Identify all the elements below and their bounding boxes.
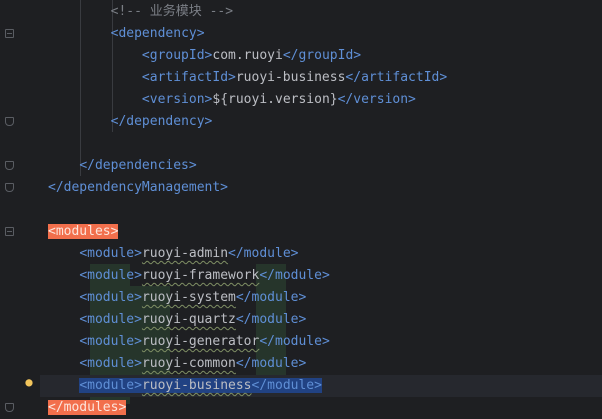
xml-tag: </groupId> (282, 48, 362, 63)
xml-tag: <module> (79, 334, 142, 349)
code-content: <module>ruoyi-framework</module> (79, 268, 329, 283)
fold-marker-icon[interactable] (5, 117, 14, 126)
code-editor[interactable]: <!-- 业务模块 --> <dependency> <groupId>com.… (40, 0, 602, 415)
code-line[interactable] (40, 199, 602, 221)
xml-tag: <dependency> (110, 26, 205, 41)
xml-text: ruoyi-business (141, 378, 252, 393)
code-line[interactable]: <modules> (40, 221, 602, 243)
xml-tag: </dependencies> (79, 158, 197, 173)
xml-text: ruoyi-quartz (141, 312, 236, 327)
code-content: <module>ruoyi-generator</module> (79, 334, 329, 349)
code-line[interactable]: <groupId>com.ruoyi</groupId> (40, 45, 602, 67)
fold-marker-icon[interactable] (5, 227, 14, 236)
xml-tag: </dependency> (110, 114, 213, 129)
xml-text: ruoyi-common (141, 356, 236, 371)
matched-tag: </modules> (48, 400, 127, 415)
xml-text: ruoyi-generator (141, 334, 260, 349)
selection: <module>ruoyi-business</module> (79, 378, 322, 393)
code-line[interactable]: <module>ruoyi-admin</module> (40, 243, 602, 265)
code-line[interactable]: <version>${ruoyi.version}</version> (40, 89, 602, 111)
xml-tag: <module> (79, 312, 142, 327)
fold-marker-icon[interactable] (5, 403, 14, 412)
code-content: <dependency> (111, 26, 205, 41)
xml-tag: </module> (235, 312, 307, 327)
xml-tag: </module> (228, 246, 299, 261)
matched-tag: <modules> (48, 224, 119, 239)
code-line[interactable]: <!-- 业务模块 --> (40, 1, 602, 23)
xml-tag: <module> (79, 268, 142, 283)
code-line[interactable]: <module>ruoyi-framework</module> (40, 265, 602, 287)
fold-marker-icon[interactable] (5, 161, 14, 170)
xml-tag: </module> (259, 268, 330, 283)
xml-tag: </version> (337, 92, 416, 107)
code-line[interactable]: <module>ruoyi-system</module> (40, 287, 602, 309)
xml-tag: </module> (235, 290, 307, 305)
xml-tag: <module> (79, 356, 142, 371)
xml-tag: <version> (141, 92, 213, 107)
code-content: </dependencyManagement> (48, 180, 228, 195)
xml-tag: </module> (251, 378, 322, 393)
xml-text: ruoyi-admin (141, 246, 229, 261)
code-content: <artifactId>ruoyi-business</artifactId> (142, 70, 447, 85)
code-content: <module>ruoyi-system</module> (79, 290, 306, 305)
xml-tag: </artifactId> (345, 70, 448, 85)
code-content: <module>ruoyi-common</module> (79, 356, 306, 371)
xml-tag: </dependencyManagement> (48, 180, 229, 195)
code-line[interactable]: </dependencyManagement> (40, 177, 602, 199)
fold-marker-icon[interactable] (5, 29, 14, 38)
xml-tag: <module> (79, 378, 142, 393)
xml-text: ruoyi-system (141, 290, 236, 305)
xml-tag: <module> (79, 290, 142, 305)
code-line[interactable]: <artifactId>ruoyi-business</artifactId> (40, 67, 602, 89)
code-line[interactable]: <module>ruoyi-generator</module> (40, 331, 602, 353)
xml-comment: <!-- 业务模块 --> (110, 4, 234, 19)
fold-marker-icon[interactable] (5, 183, 14, 192)
code-content: <version>${ruoyi.version}</version> (142, 92, 416, 107)
xml-tag: <artifactId> (141, 70, 236, 85)
code-content: <module>ruoyi-quartz</module> (79, 312, 306, 327)
code-content: <!-- 业务模块 --> (111, 4, 233, 19)
xml-text: ruoyi-framework (141, 268, 260, 283)
code-line[interactable]: <module>ruoyi-business</module> (40, 375, 602, 397)
code-line[interactable]: <module>ruoyi-quartz</module> (40, 309, 602, 331)
xml-text: com.ruoyi (212, 48, 283, 63)
code-content: </dependency> (111, 114, 213, 129)
code-line[interactable]: <dependency> (40, 23, 602, 45)
code-line[interactable]: <module>ruoyi-common</module> (40, 353, 602, 375)
code-line[interactable]: </dependency> (40, 111, 602, 133)
code-content: <groupId>com.ruoyi</groupId> (142, 48, 361, 63)
lightbulb-icon[interactable]: ● (23, 376, 35, 388)
code-content: <modules> (48, 224, 119, 239)
code-content: <module>ruoyi-admin</module> (79, 246, 298, 261)
code-content: </modules> (48, 400, 127, 415)
xml-text: ruoyi-business (235, 70, 346, 85)
code-line[interactable]: </modules> (40, 397, 602, 419)
code-content: </dependencies> (79, 158, 196, 173)
xml-tag: </module> (259, 334, 330, 349)
xml-tag: </module> (235, 356, 307, 371)
xml-tag: <groupId> (141, 48, 213, 63)
editor-gutter[interactable]: ● (0, 0, 40, 415)
code-line[interactable] (40, 133, 602, 155)
xml-tag: <module> (79, 246, 142, 261)
xml-text: ${ruoyi.version} (212, 92, 338, 107)
code-line[interactable]: </dependencies> (40, 155, 602, 177)
